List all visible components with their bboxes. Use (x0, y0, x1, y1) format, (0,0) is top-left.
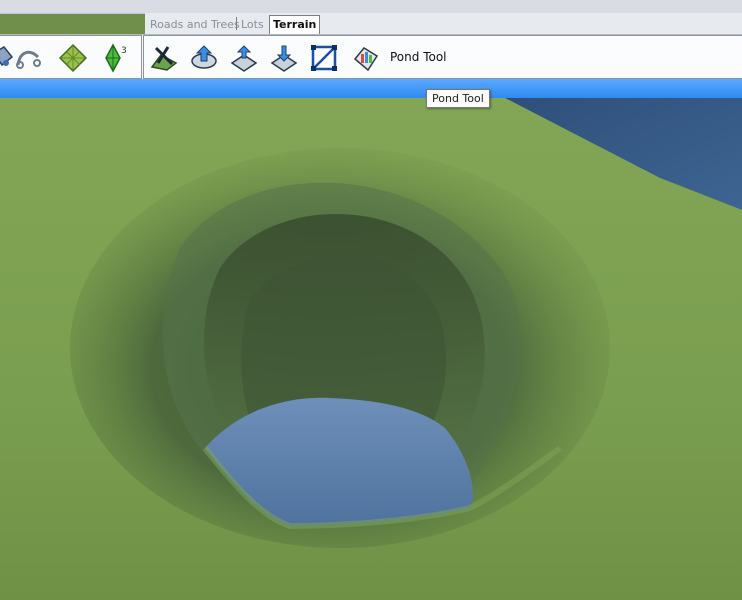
toolbar-group-left: 3 (0, 35, 142, 79)
tab-lots[interactable]: Lots (241, 16, 264, 34)
flatten-terrain-icon (309, 43, 339, 73)
tool-tabs: Roads and Trees Lots Terrain (145, 13, 742, 35)
pond-tool-icon (350, 43, 380, 73)
raise-terrain-icon (189, 43, 219, 73)
terrain-viewport[interactable] (0, 98, 742, 600)
pond-tool-label[interactable]: Pond Tool (390, 49, 447, 65)
tab-roads-and-trees[interactable]: Roads and Trees (150, 16, 240, 34)
svg-text:3: 3 (121, 46, 127, 56)
tab-separator (236, 17, 237, 30)
accent-bar (0, 79, 742, 98)
smooth-terrain-icon (229, 43, 259, 73)
terrain-paint-brush-button[interactable] (148, 42, 180, 74)
tooltip: Pond Tool (426, 89, 490, 108)
terrain-paint-brush-icon (149, 43, 179, 73)
terrain-grid-button[interactable] (57, 42, 89, 74)
road-curve-icon (14, 43, 44, 73)
window-top-strip (0, 0, 742, 14)
toolbar-group-terrain: Pond Tool (143, 35, 742, 79)
tab-terrain[interactable]: Terrain (269, 15, 321, 35)
flatten-terrain-button[interactable] (308, 42, 340, 74)
plumbob-3-icon: 3 (100, 43, 130, 73)
road-curve-button[interactable] (13, 42, 45, 74)
raise-terrain-button[interactable] (188, 42, 220, 74)
toolbar: 3 Pond Tool (0, 34, 742, 80)
smooth-terrain-button[interactable] (228, 42, 260, 74)
terrain-grid-icon (58, 43, 88, 73)
lower-terrain-button[interactable] (268, 42, 300, 74)
terrain-scene (0, 98, 742, 600)
plumbob-3-button[interactable]: 3 (99, 42, 131, 74)
pond-tool-button[interactable] (349, 42, 381, 74)
lower-terrain-icon (269, 43, 299, 73)
